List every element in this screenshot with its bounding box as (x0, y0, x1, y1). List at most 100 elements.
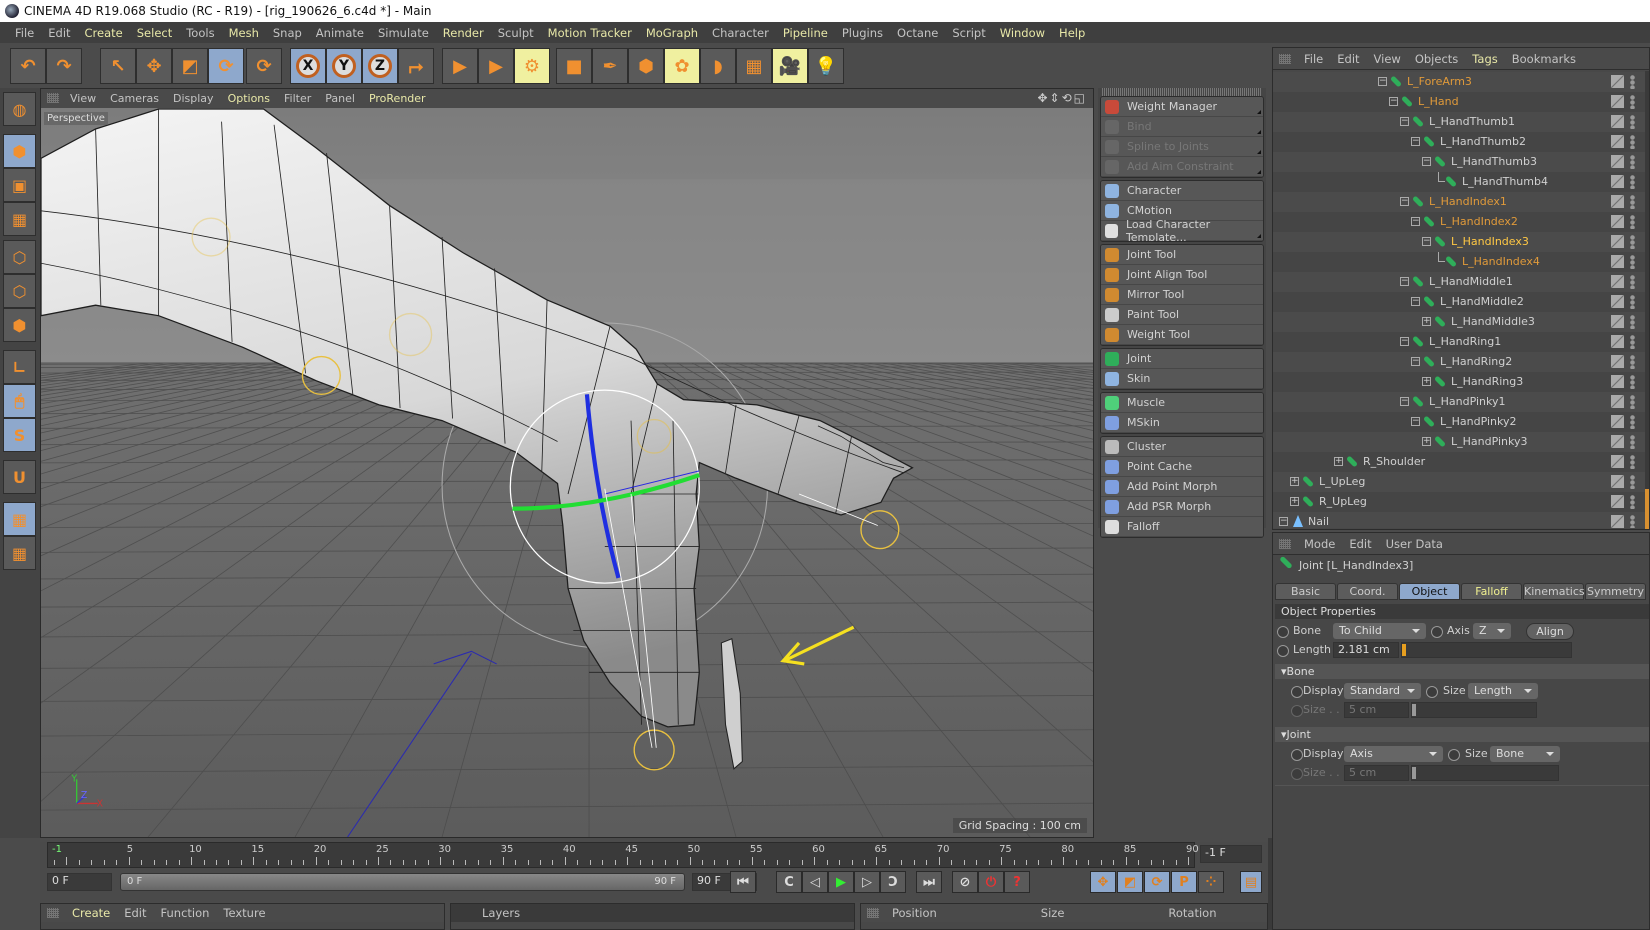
make-editable-button[interactable]: ◍ (3, 92, 36, 126)
tool-mirror-tool[interactable]: Mirror Tool (1101, 285, 1263, 305)
menu-select[interactable]: Select (130, 26, 179, 40)
collapse-icon[interactable]: − (1389, 97, 1398, 106)
tool-point-cache[interactable]: Point Cache (1101, 457, 1263, 477)
panel-grip-icon[interactable] (47, 93, 59, 103)
tag-icon[interactable] (1611, 315, 1624, 328)
collapse-icon[interactable]: − (1422, 157, 1431, 166)
visibility-dots-icon[interactable] (1630, 475, 1635, 489)
object-row[interactable]: L_HandIndex4 (1273, 252, 1649, 272)
expand-icon[interactable]: + (1290, 477, 1299, 486)
object-row[interactable]: − L_HandRing2 (1273, 352, 1649, 372)
tag-icon[interactable] (1611, 255, 1624, 268)
key-parameter-button[interactable]: P (1171, 871, 1197, 893)
next-frame-button[interactable]: ▷ (854, 871, 880, 893)
tag-icon[interactable] (1611, 435, 1624, 448)
viewport-menu-display[interactable]: Display (166, 92, 221, 105)
axis-dropdown[interactable]: Z (1473, 623, 1511, 639)
objects-menu-bookmarks[interactable]: Bookmarks (1505, 52, 1583, 66)
texture-mode-button[interactable]: ▣ (3, 168, 36, 202)
materials-menu-function[interactable]: Function (154, 906, 217, 920)
menu-mesh[interactable]: Mesh (222, 26, 266, 40)
visibility-dots-icon[interactable] (1630, 495, 1635, 509)
redo-button[interactable]: ↷ (46, 48, 82, 84)
tab-basic[interactable]: Basic (1275, 583, 1336, 600)
expand-icon[interactable]: + (1422, 377, 1431, 386)
subdivision-button[interactable]: ⬢ (628, 48, 664, 84)
materials-menu-texture[interactable]: Texture (216, 906, 272, 920)
menu-animate[interactable]: Animate (309, 26, 371, 40)
go-to-end-button[interactable]: ⏭ (916, 871, 942, 893)
viewport-menu-panel[interactable]: Panel (318, 92, 362, 105)
panel-grip-icon[interactable] (47, 908, 59, 918)
previous-key-button[interactable]: C (776, 871, 802, 893)
go-to-start-button[interactable]: ⏮ (730, 871, 756, 893)
tag-icon[interactable] (1611, 155, 1624, 168)
collapse-icon[interactable]: − (1411, 417, 1420, 426)
coordinate-system-button[interactable]: ⮣ (398, 48, 434, 84)
tag-icon[interactable] (1611, 175, 1624, 188)
tag-icon[interactable] (1611, 395, 1624, 408)
edges-mode-button[interactable]: ⬡ (3, 274, 36, 308)
palette-grip[interactable] (1102, 88, 1262, 96)
x-axis-button[interactable]: X (290, 48, 326, 84)
joint-size-dropdown[interactable]: Bone (1490, 746, 1560, 762)
tag-icon[interactable] (1611, 415, 1624, 428)
panel-grip-icon[interactable] (1279, 539, 1291, 549)
expand-icon[interactable]: + (1422, 317, 1431, 326)
section-joint[interactable]: ▾Joint (1275, 727, 1649, 742)
object-row[interactable]: − L_ForeArm3 (1273, 72, 1649, 92)
attributes-menu-mode[interactable]: Mode (1297, 537, 1342, 551)
tool-joint[interactable]: Joint (1101, 349, 1263, 369)
bone-animate-radio[interactable] (1277, 626, 1289, 638)
tool-load-character-template[interactable]: Load Character Template... (1101, 218, 1263, 241)
live-selection-button[interactable]: ↖ (100, 48, 136, 84)
visibility-dots-icon[interactable] (1630, 455, 1635, 469)
visibility-dots-icon[interactable] (1630, 375, 1635, 389)
tag-icon[interactable] (1611, 295, 1624, 308)
visibility-dots-icon[interactable] (1630, 115, 1635, 129)
render-picture-viewer-button[interactable]: ▶ (478, 48, 514, 84)
collapse-icon[interactable]: − (1411, 297, 1420, 306)
camera-button[interactable]: 🎥 (772, 48, 808, 84)
tool-falloff[interactable]: Falloff (1101, 517, 1263, 537)
key-scale-button[interactable]: ◩ (1117, 871, 1143, 893)
record-disabled-button[interactable]: ⊘ (952, 871, 978, 893)
length-field[interactable]: 2.181 cm (1333, 642, 1399, 658)
light-button[interactable]: 💡 (808, 48, 844, 84)
current-frame-field[interactable]: -1 F (1200, 845, 1262, 863)
bone-size-dropdown[interactable]: Length (1468, 683, 1538, 699)
visibility-dots-icon[interactable] (1630, 335, 1635, 349)
panel-grip-icon[interactable] (867, 908, 879, 918)
joint-display-radio[interactable] (1291, 749, 1303, 761)
tag-icon[interactable] (1611, 215, 1624, 228)
attributes-menu-edit[interactable]: Edit (1342, 537, 1378, 551)
visibility-dots-icon[interactable] (1630, 235, 1635, 249)
bone-display-dropdown[interactable]: Standard (1344, 683, 1421, 699)
solo-button[interactable]: S (3, 418, 36, 452)
object-row[interactable]: + R_Shoulder (1273, 452, 1649, 472)
bone-size-radio[interactable] (1426, 686, 1438, 698)
tag-icon[interactable] (1611, 495, 1624, 508)
render-settings-button[interactable]: ⚙ (514, 48, 550, 84)
next-key-button[interactable]: Ↄ (880, 871, 906, 893)
object-row[interactable]: − L_Hand (1273, 92, 1649, 112)
tool-skin[interactable]: Skin (1101, 369, 1263, 389)
object-row[interactable]: − L_HandThumb1 (1273, 112, 1649, 132)
tab-falloff[interactable]: Falloff (1461, 583, 1522, 600)
menu-tools[interactable]: Tools (179, 26, 221, 40)
tag-icon[interactable] (1611, 335, 1624, 348)
visibility-dots-icon[interactable] (1630, 355, 1635, 369)
cloner-button[interactable]: ✿ (664, 48, 700, 84)
viewport-menu-prorender[interactable]: ProRender (362, 92, 433, 105)
polygons-mode-button[interactable]: ⬢ (3, 308, 36, 342)
undo-button[interactable]: ↶ (10, 48, 46, 84)
axis-animate-radio[interactable] (1431, 626, 1443, 638)
timeline-ruler[interactable]: -1 5 10 15 20 25 30 35 40 45 50 55 60 65 70 75 80 85 90 (47, 842, 1199, 868)
play-button[interactable]: ▶ (828, 871, 854, 893)
model-mode-button[interactable]: ⬢ (3, 134, 36, 168)
workplane-align-button[interactable]: ▦ (3, 536, 36, 570)
render-view-button[interactable]: ▶ (442, 48, 478, 84)
objects-menu-file[interactable]: File (1297, 52, 1330, 66)
materials-menu-edit[interactable]: Edit (117, 906, 153, 920)
tool-character[interactable]: Character (1101, 181, 1263, 201)
